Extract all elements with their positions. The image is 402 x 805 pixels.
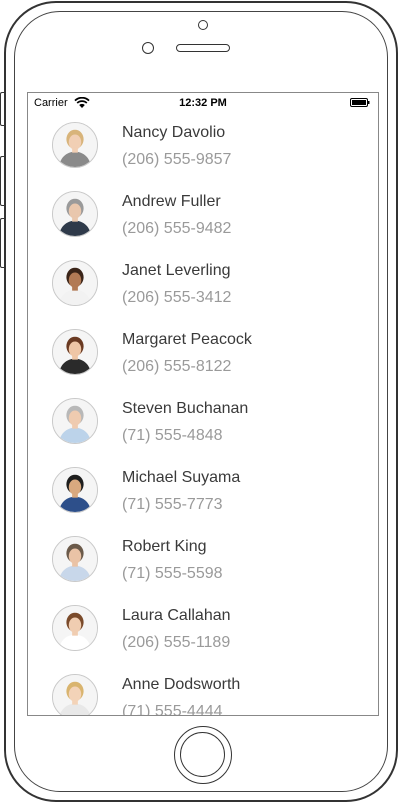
contact-avatar <box>52 260 98 306</box>
contact-phone: (206) 555-9857 <box>122 151 232 168</box>
contact-row[interactable]: Steven Buchanan (71) 555-4848 <box>28 389 378 458</box>
volume-down-button <box>0 218 4 268</box>
contact-name: Michael Suyama <box>122 469 241 486</box>
front-camera <box>198 20 208 30</box>
contact-row[interactable]: Nancy Davolio (206) 555-9857 <box>28 113 378 182</box>
proximity-sensor <box>142 42 154 54</box>
volume-up-button <box>0 156 4 206</box>
contact-avatar <box>52 467 98 513</box>
contact-phone: (206) 555-1189 <box>122 634 231 651</box>
contact-name: Steven Buchanan <box>122 400 249 417</box>
contact-row[interactable]: Anne Dodsworth (71) 555-4444 <box>28 665 378 716</box>
contact-phone: (71) 555-4848 <box>122 427 223 444</box>
contact-avatar <box>52 191 98 237</box>
contact-avatar <box>52 398 98 444</box>
contact-row[interactable]: Margaret Peacock (206) 555-8122 <box>28 320 378 389</box>
status-time: 12:32 PM <box>179 97 227 109</box>
contact-avatar <box>52 329 98 375</box>
contact-row[interactable]: Andrew Fuller (206) 555-9482 <box>28 182 378 251</box>
earpiece-speaker <box>176 44 230 52</box>
contact-row[interactable]: Robert King (71) 555-5598 <box>28 527 378 596</box>
status-bar: Carrier 12:32 PM <box>28 93 378 113</box>
contact-row[interactable]: Janet Leverling (206) 555-3412 <box>28 251 378 320</box>
contact-avatar <box>52 605 98 651</box>
contact-avatar <box>52 122 98 168</box>
contact-phone: (71) 555-4444 <box>122 703 223 716</box>
contact-phone: (206) 555-8122 <box>122 358 232 375</box>
contact-name: Janet Leverling <box>122 262 231 279</box>
home-button[interactable] <box>174 726 232 784</box>
contact-name: Margaret Peacock <box>122 331 252 348</box>
contact-row[interactable]: Michael Suyama (71) 555-7773 <box>28 458 378 527</box>
battery-icon <box>350 98 370 107</box>
contact-name: Laura Callahan <box>122 607 231 624</box>
mute-switch <box>0 92 4 126</box>
contact-name: Robert King <box>122 538 207 555</box>
contact-name: Nancy Davolio <box>122 124 226 141</box>
contact-list[interactable]: Nancy Davolio (206) 555-9857 Andrew Fuller… <box>28 113 378 716</box>
contact-phone: (206) 555-3412 <box>122 289 232 306</box>
contact-phone: (71) 555-7773 <box>122 496 223 513</box>
screen: Carrier 12:32 PM Nancy Davolio (206) 555-… <box>27 92 379 716</box>
contact-phone: (71) 555-5598 <box>122 565 223 582</box>
contact-name: Andrew Fuller <box>122 193 221 210</box>
contact-phone: (206) 555-9482 <box>122 220 232 237</box>
contact-avatar <box>52 674 98 715</box>
contact-row[interactable]: Laura Callahan (206) 555-1189 <box>28 596 378 665</box>
contact-avatar <box>52 536 98 582</box>
contact-name: Anne Dodsworth <box>122 676 241 693</box>
